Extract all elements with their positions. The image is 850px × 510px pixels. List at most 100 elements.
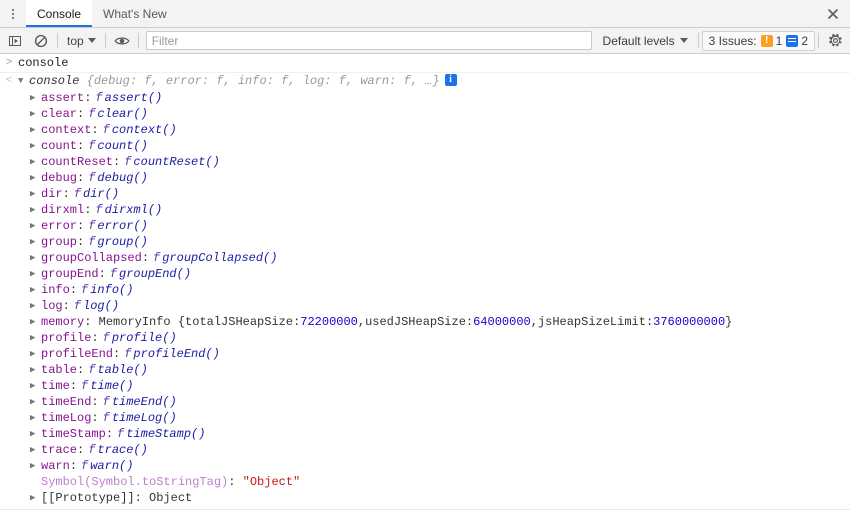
property-name: context bbox=[41, 123, 92, 137]
property-name: log bbox=[41, 299, 63, 313]
disclosure-triangle-icon[interactable]: ▶ bbox=[30, 410, 41, 426]
issues-warning-count: 1 bbox=[775, 33, 783, 48]
function-signature: warn() bbox=[90, 459, 134, 473]
object-property-row[interactable]: ▶ group: f group() bbox=[0, 234, 850, 250]
console-command-text: console bbox=[18, 56, 69, 70]
object-property-row[interactable]: ▶ time: f time() bbox=[0, 378, 850, 394]
property-colon: : bbox=[77, 219, 85, 233]
object-name: console bbox=[29, 74, 80, 88]
disclosure-triangle-icon[interactable]: ▶ bbox=[30, 266, 41, 282]
preview-item-3: log: f bbox=[302, 74, 346, 88]
disclosure-triangle-icon[interactable]: ▶ bbox=[30, 250, 41, 266]
memory-class-name: MemoryInfo bbox=[98, 315, 178, 329]
info-icon bbox=[786, 34, 799, 47]
disclosure-triangle-icon[interactable]: ▶ bbox=[30, 314, 41, 330]
property-name: time bbox=[41, 379, 70, 393]
disclosure-triangle-icon[interactable]: ▶ bbox=[30, 154, 41, 170]
disclosure-triangle-icon[interactable]: ▶ bbox=[30, 298, 41, 314]
function-signature: timeEnd() bbox=[111, 395, 177, 409]
object-property-row[interactable]: ▶ groupEnd: f groupEnd() bbox=[0, 266, 850, 282]
property-name: debug bbox=[41, 171, 78, 185]
disclosure-triangle-icon[interactable]: ▶ bbox=[30, 282, 41, 298]
object-property-row[interactable]: ▶ trace: f trace() bbox=[0, 442, 850, 458]
function-signature: trace() bbox=[97, 443, 148, 457]
disclosure-triangle-icon[interactable]: ▶ bbox=[30, 346, 41, 362]
object-property-row[interactable]: ▶ assert: f assert() bbox=[0, 90, 850, 106]
property-name: table bbox=[41, 363, 78, 377]
property-name: count bbox=[41, 139, 78, 153]
gear-icon[interactable] bbox=[822, 29, 848, 52]
object-property-row[interactable]: ▶ profile: f profile() bbox=[0, 330, 850, 346]
clear-console-icon[interactable] bbox=[28, 29, 54, 52]
disclosure-triangle-icon[interactable]: ▶ bbox=[30, 490, 41, 506]
object-property-row[interactable]: ▶ warn: f warn() bbox=[0, 458, 850, 474]
property-colon: : bbox=[105, 427, 114, 441]
log-levels-selector[interactable]: Default levels bbox=[596, 31, 695, 50]
disclosure-triangle-icon[interactable]: ▶ bbox=[30, 122, 41, 138]
object-property-row[interactable]: ▶ debug: f debug() bbox=[0, 170, 850, 186]
function-marker: f bbox=[102, 123, 110, 137]
devtools-tabbar: Console What's New bbox=[0, 0, 850, 28]
property-colon: : bbox=[91, 331, 99, 345]
object-property-row-memory[interactable]: ▶ memory: MemoryInfo {totalJSHeapSize: 72… bbox=[0, 314, 850, 330]
kebab-menu-icon[interactable] bbox=[0, 0, 26, 27]
disclosure-triangle-icon[interactable]: ▶ bbox=[30, 90, 41, 106]
disclosure-triangle-icon[interactable]: ▶ bbox=[30, 362, 41, 378]
live-expression-eye-icon[interactable] bbox=[109, 29, 135, 52]
object-property-row[interactable]: ▶ countReset: f countReset() bbox=[0, 154, 850, 170]
object-property-row[interactable]: ▶ timeStamp: f timeStamp() bbox=[0, 426, 850, 442]
memory-field-value: 64000000 bbox=[473, 315, 531, 329]
disclosure-triangle-icon[interactable]: ▶ bbox=[30, 378, 41, 394]
filter-input[interactable] bbox=[145, 31, 592, 50]
object-property-row[interactable]: ▶ table: f table() bbox=[0, 362, 850, 378]
disclosure-triangle-icon[interactable]: ▶ bbox=[30, 202, 41, 218]
execute-snippet-icon[interactable] bbox=[2, 29, 28, 52]
function-signature: table() bbox=[97, 363, 148, 377]
tab-whats-new[interactable]: What's New bbox=[92, 0, 178, 27]
tab-console[interactable]: Console bbox=[26, 0, 93, 27]
object-prototype-row[interactable]: ▶ [[Prototype]]: Object bbox=[0, 490, 850, 506]
issues-badge[interactable]: 3 Issues: 1 2 bbox=[701, 30, 815, 51]
object-property-row[interactable]: ▶ dir: f dir() bbox=[0, 186, 850, 202]
disclosure-triangle-icon[interactable]: ▶ bbox=[30, 394, 41, 410]
execution-context-selector[interactable]: top bbox=[61, 31, 102, 50]
disclosure-triangle-icon[interactable]: ▶ bbox=[30, 426, 41, 442]
disclosure-triangle-icon[interactable]: ▶ bbox=[30, 234, 41, 250]
object-property-row[interactable]: ▶ timeEnd: f timeEnd() bbox=[0, 394, 850, 410]
console-output[interactable]: > console < ▼ console {debug: f, error: … bbox=[0, 54, 850, 510]
function-signature: groupEnd() bbox=[119, 267, 192, 281]
prototype-value: Object bbox=[149, 491, 193, 505]
preview-comma-1: , bbox=[223, 74, 238, 88]
object-property-row[interactable]: ▶ dirxml: f dirxml() bbox=[0, 202, 850, 218]
disclosure-triangle-icon[interactable]: ▶ bbox=[30, 106, 41, 122]
object-property-row[interactable]: ▶ count: f count() bbox=[0, 138, 850, 154]
function-marker: f bbox=[124, 155, 132, 169]
object-property-row[interactable]: ▶ groupCollapsed: f groupCollapsed() bbox=[0, 250, 850, 266]
function-signature: clear() bbox=[97, 107, 148, 121]
object-property-row[interactable]: ▶ info: f info() bbox=[0, 282, 850, 298]
property-colon: : bbox=[84, 91, 92, 105]
object-property-row[interactable]: ▶ context: f context() bbox=[0, 122, 850, 138]
disclosure-triangle-icon[interactable]: ▶ bbox=[30, 138, 41, 154]
preview-item-0: debug: f bbox=[93, 74, 152, 88]
disclosure-triangle-icon[interactable]: ▶ bbox=[30, 170, 41, 186]
disclosure-triangle-icon[interactable]: ▶ bbox=[30, 186, 41, 202]
disclosure-triangle-icon[interactable]: ▼ bbox=[18, 73, 29, 90]
info-icon[interactable] bbox=[444, 73, 457, 86]
function-signature: assert() bbox=[104, 91, 163, 105]
object-property-row[interactable]: ▶ error: f error() bbox=[0, 218, 850, 234]
object-property-row[interactable]: ▶ clear: f clear() bbox=[0, 106, 850, 122]
close-icon[interactable] bbox=[816, 0, 850, 27]
preview-item-4: warn: f bbox=[360, 74, 411, 88]
object-header[interactable]: ▼ console {debug: f, error: f, info: f, … bbox=[18, 73, 457, 90]
disclosure-triangle-icon[interactable]: ▶ bbox=[30, 442, 41, 458]
disclosure-triangle-icon[interactable]: ▶ bbox=[30, 458, 41, 474]
property-colon: : bbox=[77, 139, 85, 153]
disclosure-triangle-icon[interactable]: ▶ bbox=[30, 218, 41, 234]
disclosure-triangle-icon[interactable]: ▶ bbox=[30, 330, 41, 346]
object-property-row[interactable]: ▶ log: f log() bbox=[0, 298, 850, 314]
function-signature: profile() bbox=[111, 331, 177, 345]
object-property-row[interactable]: ▶ profileEnd: f profileEnd() bbox=[0, 346, 850, 362]
object-property-row[interactable]: ▶ timeLog: f timeLog() bbox=[0, 410, 850, 426]
memory-field-value: 72200000 bbox=[300, 315, 358, 329]
